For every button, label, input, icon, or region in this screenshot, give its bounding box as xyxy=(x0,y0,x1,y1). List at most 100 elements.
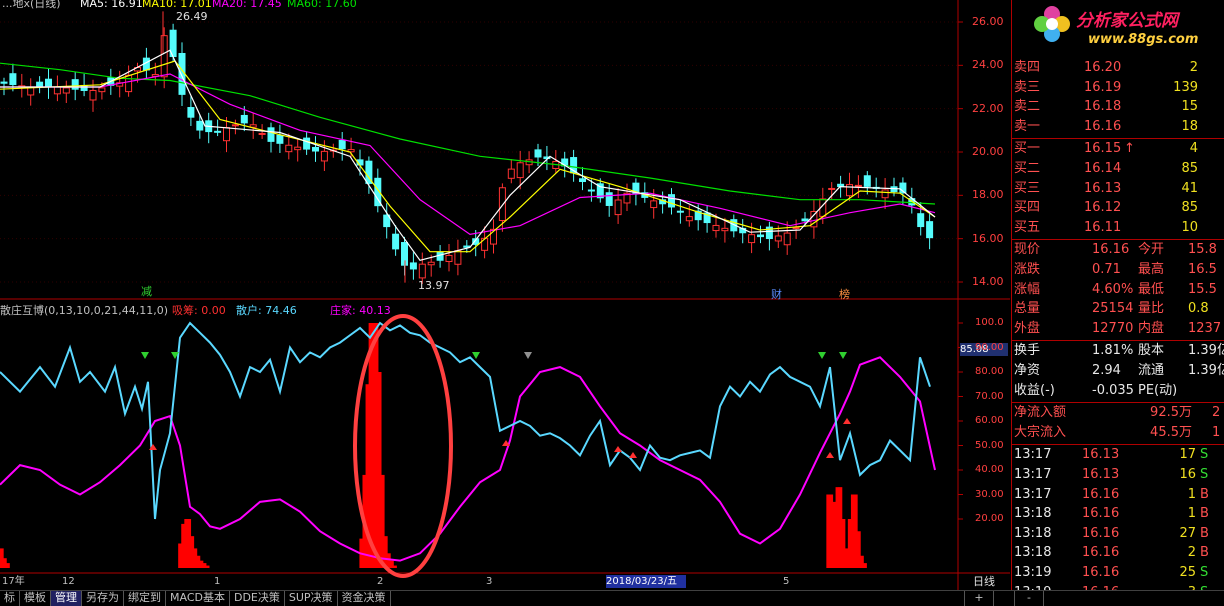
tab-bind-to[interactable]: 绑定到 xyxy=(124,591,166,606)
candle-body xyxy=(231,124,239,127)
stat2-row[interactable]: 换手 1.81%股本 1.39亿 xyxy=(1012,342,1224,360)
bid-label: 买五 xyxy=(1014,219,1041,235)
bid-row[interactable]: 买四 16.12 85 xyxy=(1012,199,1224,217)
tick-price: 16.16 xyxy=(1082,545,1120,561)
bid-row[interactable]: 买三 16.13 41 xyxy=(1012,180,1224,198)
candle-body xyxy=(516,162,524,179)
marker-reduce[interactable]: 减 xyxy=(141,285,152,298)
bid-price: 16.13 xyxy=(1084,180,1122,196)
bottom-tab-bar: 标 模板 管理 另存为 绑定到 MACD基本 DDE决策 SUP决策 资金决策 … xyxy=(0,590,1224,606)
candle-body xyxy=(9,73,17,86)
zoom-in-button[interactable]: + xyxy=(964,591,994,606)
ma20-label: MA20: 17.45 xyxy=(212,0,282,10)
flow-key: 大宗流入 xyxy=(1014,424,1067,440)
tab-sup[interactable]: SUP决策 xyxy=(285,591,338,606)
legend-retail: 散户: 74.46 xyxy=(236,304,297,317)
candle-body xyxy=(507,168,515,179)
tab-macd[interactable]: MACD基本 xyxy=(166,591,230,606)
stat-key: 最低 xyxy=(1138,281,1165,297)
tick-row[interactable]: 13:18 16.16 2 B xyxy=(1012,544,1224,562)
candle-body xyxy=(783,232,791,246)
stat-key: 最高 xyxy=(1138,262,1165,277)
price-tick-label: 26.00 xyxy=(972,15,1004,28)
stat2-key: 净资 xyxy=(1014,363,1041,378)
ask-row[interactable]: 卖一 16.16 18 xyxy=(1012,118,1224,136)
stat-value: 15.8 xyxy=(1188,242,1217,258)
ask-price: 16.18 xyxy=(1084,99,1122,115)
candle-body xyxy=(854,184,862,187)
candle-body xyxy=(276,134,284,144)
tick-price: 16.16 xyxy=(1082,506,1120,522)
candle-body xyxy=(53,86,61,95)
stat-row[interactable]: 外盘 12770 内盘 1237 xyxy=(1012,320,1224,338)
marker-rank[interactable]: 榜 xyxy=(839,288,850,301)
marker-finance[interactable]: 财 xyxy=(771,288,782,301)
stats-separator xyxy=(1012,340,1224,342)
flow-row[interactable]: 大宗流入 45.5万 1 xyxy=(1012,424,1224,442)
tab-manage[interactable]: 管理 xyxy=(51,591,82,606)
ask-row[interactable]: 卖四 16.20 2 xyxy=(1012,59,1224,77)
stat2-value: -0.035 xyxy=(1092,382,1134,398)
period-button[interactable]: 日线 xyxy=(973,575,995,588)
ask-label: 卖二 xyxy=(1014,99,1041,115)
candle-body xyxy=(418,263,426,279)
candle-body xyxy=(676,210,684,213)
candle-body xyxy=(258,132,266,135)
dealer-line xyxy=(0,356,936,562)
stat-key: 总量 xyxy=(1014,301,1041,317)
bid-volume: 85 xyxy=(1181,200,1198,216)
ask-label: 卖四 xyxy=(1014,60,1041,75)
stat-row[interactable]: 总量 25154 量比 0.8 xyxy=(1012,300,1224,318)
stat-value: 4.60% xyxy=(1092,281,1134,297)
stat-row[interactable]: 涨幅 4.60% 最低 15.5 xyxy=(1012,281,1224,299)
bid-label: 买三 xyxy=(1014,180,1041,196)
candle-body xyxy=(338,139,346,150)
legend-accumulate-name: 吸筹 xyxy=(172,304,194,317)
tick-side: B xyxy=(1200,486,1209,502)
bid-row[interactable]: 买一 16.15 4 ↑ xyxy=(1012,140,1224,158)
tab-mark[interactable]: 标 xyxy=(0,591,20,606)
bid-stats-separator xyxy=(1012,239,1224,241)
candle-body xyxy=(498,187,506,221)
tab-dde[interactable]: DDE决策 xyxy=(230,591,285,606)
tick-price: 16.16 xyxy=(1082,565,1120,580)
stat2-row[interactable]: 收益(-) -0.035 PE(动) xyxy=(1012,382,1224,400)
tick-row[interactable]: 13:17 16.13 16 S xyxy=(1012,466,1224,484)
accumulate-bar xyxy=(6,563,10,568)
ind-tick-label: 90.00 xyxy=(975,341,1004,353)
tick-row[interactable]: 13:17 16.16 1 B xyxy=(1012,486,1224,504)
flow-row[interactable]: 净流入额 92.5万 2 xyxy=(1012,404,1224,422)
buy-signal-icon xyxy=(614,446,622,452)
zoom-out-button[interactable]: - xyxy=(1014,591,1044,606)
tick-row[interactable]: 13:17 16.13 17 S xyxy=(1012,446,1224,464)
price-tick-label: 24.00 xyxy=(972,58,1004,72)
tick-row[interactable]: 13:19 16.16 25 S xyxy=(1012,564,1224,582)
tick-volume: 16 xyxy=(1179,467,1196,482)
stat-value: 25154 xyxy=(1092,301,1134,317)
candle-body xyxy=(454,250,462,265)
tab-fund[interactable]: 资金决策 xyxy=(338,591,391,606)
sell-signal-icon xyxy=(524,352,532,359)
ask-row[interactable]: 卖三 16.19 139 xyxy=(1012,79,1224,97)
stat-value: 0.71 xyxy=(1092,262,1121,277)
ask-row[interactable]: 卖二 16.18 15 xyxy=(1012,98,1224,116)
candle-body xyxy=(160,35,168,78)
buy-signal-icon xyxy=(149,444,157,450)
tick-row[interactable]: 13:18 16.16 1 B xyxy=(1012,505,1224,523)
tick-row[interactable]: 13:18 16.16 27 B xyxy=(1012,525,1224,543)
bid-row[interactable]: 买五 16.11 10 xyxy=(1012,219,1224,237)
bid-volume: 41 xyxy=(1181,180,1198,196)
stat-row[interactable]: 现价 16.16 今开 15.8 xyxy=(1012,241,1224,259)
bid-row[interactable]: 买二 16.14 85 xyxy=(1012,160,1224,178)
stat2-row[interactable]: 净资 2.94 流通 1.39亿 xyxy=(1012,362,1224,380)
tab-template[interactable]: 模板 xyxy=(20,591,51,606)
bid-up-arrow-icon: ↑ xyxy=(1124,141,1135,157)
stat-key: 涨幅 xyxy=(1014,281,1041,297)
stat2-key: 收益(-) xyxy=(1014,382,1055,398)
price-tick-label: 22.00 xyxy=(972,101,1004,115)
chart-area[interactable]: ...地x(日线) MA5: 16.91 MA10: 17.01 MA20: 1… xyxy=(0,0,1010,590)
tab-save-as[interactable]: 另存为 xyxy=(82,591,124,606)
stat-value: 16.5 xyxy=(1188,262,1217,277)
bid-volume: 4 xyxy=(1189,141,1198,157)
stat-row[interactable]: 涨跌 0.71 最高 16.5 xyxy=(1012,261,1224,279)
